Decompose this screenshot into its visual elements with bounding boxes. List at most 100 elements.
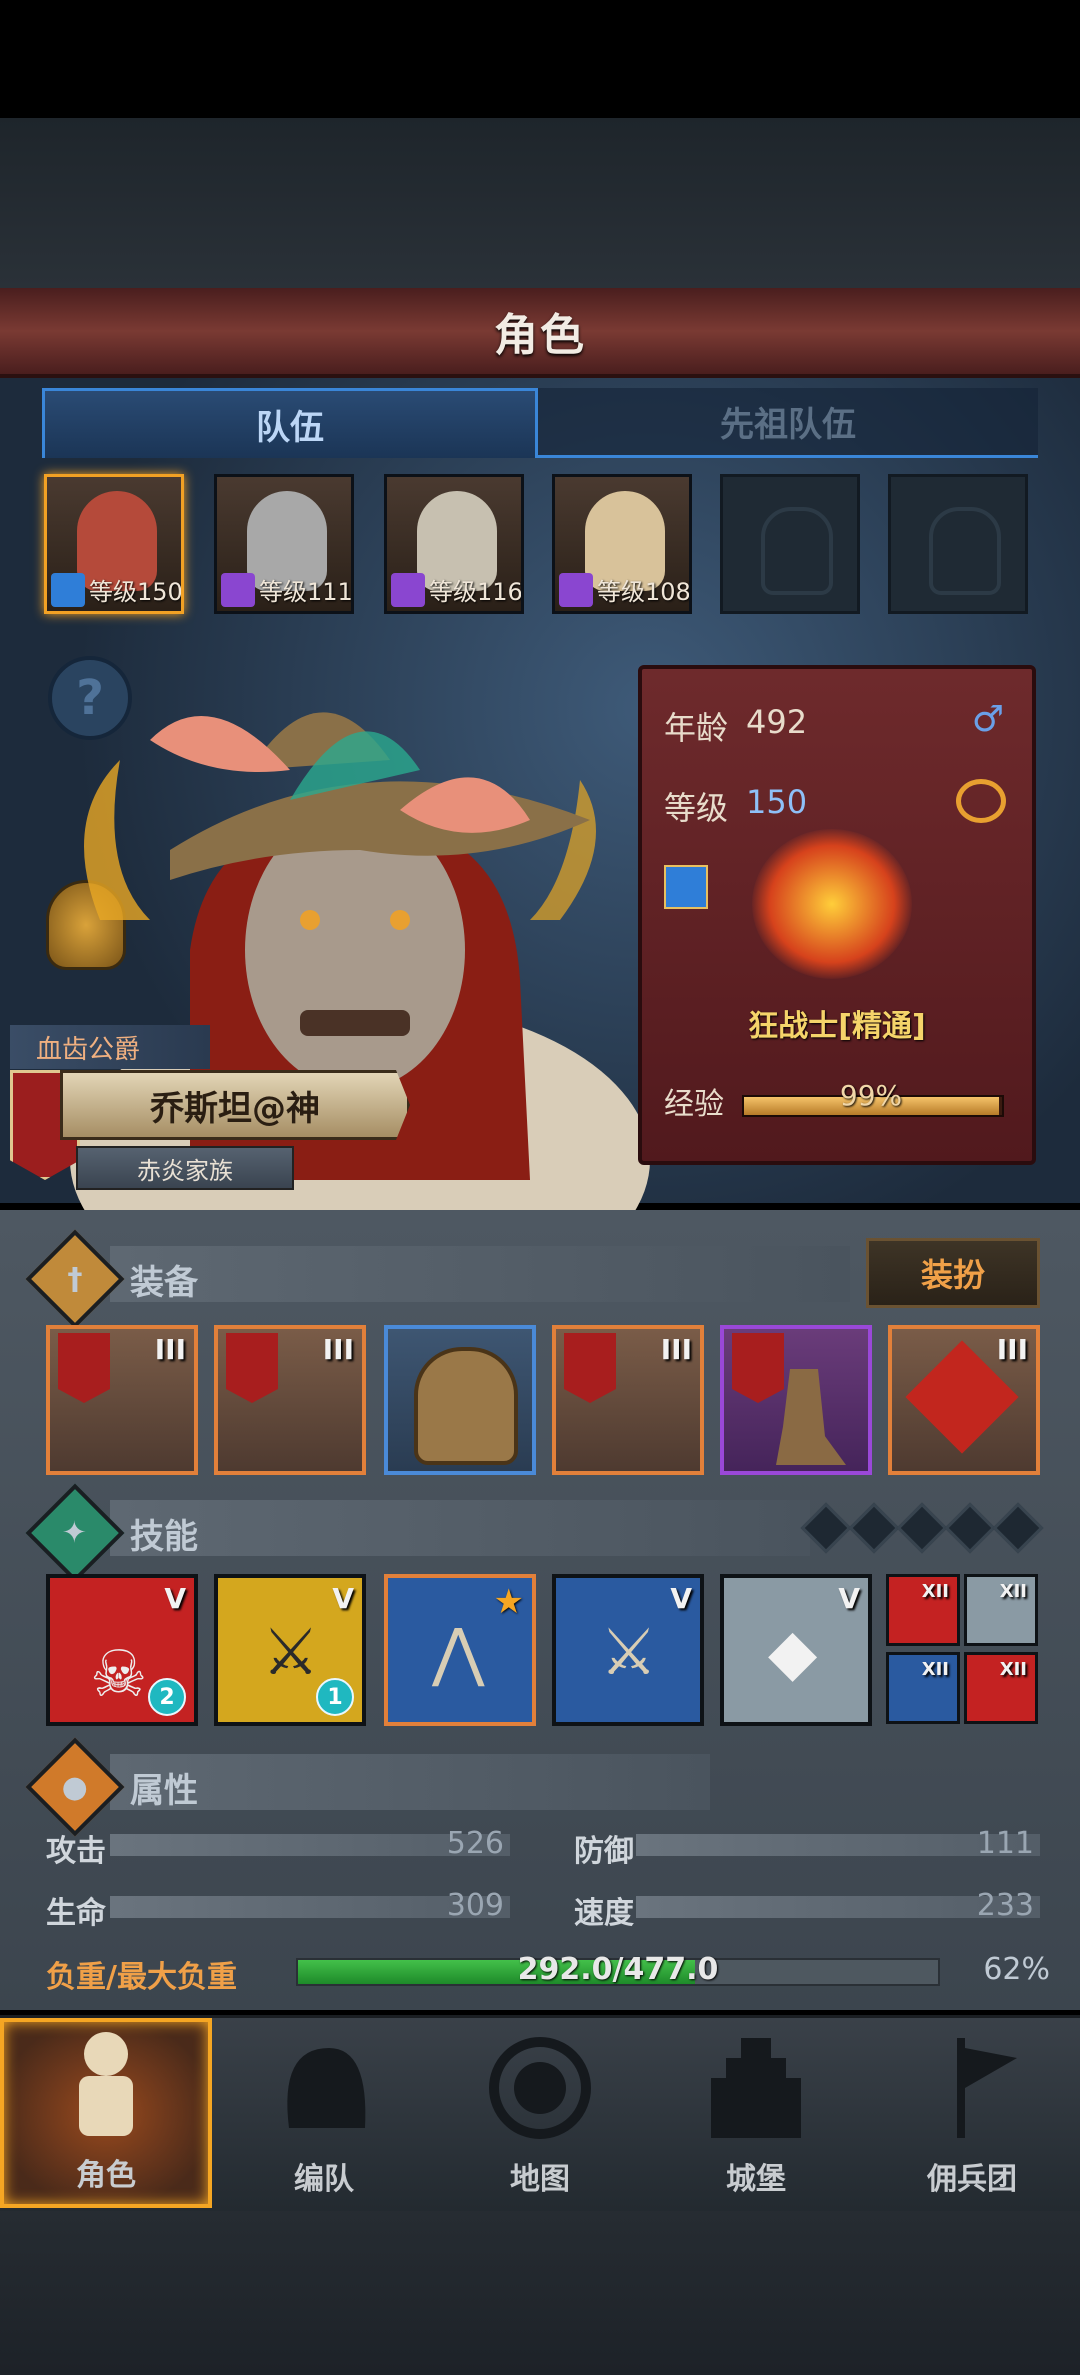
skull-icon: ☠ [90, 1638, 148, 1712]
sword-icon: † [25, 1229, 125, 1329]
tier-label: V [164, 1582, 186, 1615]
tier-label: XII [921, 1659, 949, 1680]
party-level: 等级108 [597, 578, 691, 606]
exp-percent: 99% [839, 1079, 903, 1112]
tab-team[interactable]: 队伍 [42, 388, 538, 458]
section-bar [110, 1246, 850, 1302]
crest-icon [564, 1333, 616, 1403]
party-level: 等级150 [89, 578, 183, 606]
passive-skill-1[interactable]: XII [886, 1574, 960, 1646]
tier-label: III [660, 1333, 692, 1366]
party-slot-4[interactable]: 等级108 [552, 474, 692, 614]
nav-label: 地图 [510, 2162, 570, 2197]
class-gem-icon [559, 572, 593, 607]
class-gem-icon [391, 572, 425, 607]
equip-slot-helmet[interactable] [384, 1325, 536, 1475]
skill-slot-3[interactable]: ⋀ ★ [384, 1574, 536, 1726]
sword-icon: ⚔ [262, 1616, 320, 1690]
clan-name: 赤炎家族 [76, 1146, 294, 1190]
party-level: 等级116 [429, 578, 523, 606]
age-row: 年龄 492 [664, 703, 807, 749]
boots-icon [776, 1369, 846, 1465]
hero-title: 血齿公爵 [10, 1025, 210, 1069]
sword-icon: ⚔ [600, 1616, 658, 1690]
tier-label: III [322, 1333, 354, 1366]
crest-icon [58, 1333, 110, 1403]
empty-helmet-icon [761, 507, 833, 595]
skill-slot-2[interactable]: ⚔ V 1 [214, 1574, 366, 1726]
defense-label: 防御 [574, 1834, 634, 1869]
helmet-icon [287, 2048, 366, 2128]
nav-mercenary[interactable]: 佣兵团 [866, 2018, 1078, 2208]
speed-label: 速度 [574, 1896, 634, 1931]
level-label: 等级 [664, 789, 729, 827]
attack-value: 526 [446, 1826, 504, 1861]
star-icon: ★ [493, 1582, 524, 1622]
equip-slot-offhand[interactable]: III [214, 1325, 366, 1475]
section-bar [110, 1500, 810, 1556]
hero-name[interactable]: 乔斯坦@神 [60, 1070, 410, 1140]
nav-label: 城堡 [726, 2162, 786, 2197]
equip-slot-armor[interactable]: III [552, 1325, 704, 1475]
tier-label: XII [921, 1581, 949, 1602]
tier-label: V [670, 1582, 692, 1615]
male-icon: ♂ [971, 699, 1004, 740]
party-slot-empty[interactable] [720, 474, 860, 614]
top-background [0, 118, 1080, 288]
party-slot-1[interactable]: 等级150 [44, 474, 184, 614]
level-value: 150 [746, 783, 808, 821]
crest-icon [226, 1333, 278, 1403]
load-label: 负重/最大负重 [46, 1960, 237, 1995]
level-row: 等级 150 [664, 783, 807, 829]
banner-icon [957, 2038, 1017, 2138]
skill-slot-5[interactable]: ◆ V [720, 1574, 872, 1726]
tier-label: V [838, 1582, 860, 1615]
equip-slot-weapon[interactable]: III [46, 1325, 198, 1475]
skill-slot-4[interactable]: ⚔ V [552, 1574, 704, 1726]
party-level: 等级111 [259, 578, 353, 606]
nav-map[interactable]: 地图 [434, 2018, 646, 2208]
class-gem-icon [664, 865, 708, 909]
helmet-icon [414, 1347, 518, 1465]
attributes-title: 属性 [130, 1770, 198, 1811]
crystal-icon: ◆ [768, 1616, 818, 1690]
nav-formation[interactable]: 编队 [218, 2018, 430, 2208]
page-title: 角色 [494, 310, 586, 361]
dress-up-button[interactable]: 装扮 [866, 1238, 1040, 1308]
title-bar: 角色 [0, 288, 1080, 378]
tier-label: XII [999, 1581, 1027, 1602]
status-bar [0, 0, 1080, 118]
charge-count: 2 [148, 1678, 186, 1716]
age-value: 492 [746, 703, 808, 741]
berserker-icon [752, 829, 912, 979]
crest-icon [732, 1333, 784, 1403]
ring-icon[interactable] [956, 779, 1006, 823]
nav-character[interactable]: 角色 [0, 2018, 212, 2208]
skill-slot-1[interactable]: ☠ V 2 [46, 1574, 198, 1726]
attributes-header: ● 属性 [25, 1737, 198, 1837]
class-gem-icon [221, 572, 255, 607]
hp-value: 309 [446, 1888, 504, 1923]
bottom-area [0, 2211, 1080, 2375]
skills-title: 技能 [130, 1516, 198, 1557]
party-slot-empty[interactable] [888, 474, 1028, 614]
party-slot-2[interactable]: 等级111 [214, 474, 354, 614]
age-label: 年龄 [664, 709, 729, 747]
equip-slot-boots[interactable] [720, 1325, 872, 1475]
party-slot-3[interactable]: 等级116 [384, 474, 524, 614]
passive-skill-2[interactable]: XII [964, 1574, 1038, 1646]
tab-ancestor-team[interactable]: 先祖队伍 [538, 388, 1038, 458]
equip-slot-amulet[interactable]: III [888, 1325, 1040, 1475]
passive-skill-4[interactable]: XII [964, 1652, 1038, 1724]
tier-label: III [154, 1333, 186, 1366]
equipment-title: 装备 [130, 1262, 198, 1303]
passive-skill-3[interactable]: XII [886, 1652, 960, 1724]
tier-label: III [996, 1333, 1028, 1366]
charge-count: 1 [316, 1678, 354, 1716]
empty-helmet-icon [929, 507, 1001, 595]
nav-castle[interactable]: 城堡 [650, 2018, 862, 2208]
tier-label: XII [999, 1659, 1027, 1680]
nav-label: 角色 [76, 2158, 136, 2193]
load-percent: 62% [983, 1952, 1050, 1987]
info-card: 年龄 492 ♂ 等级 150 狂战士[精通] 经验 99% [638, 665, 1036, 1165]
